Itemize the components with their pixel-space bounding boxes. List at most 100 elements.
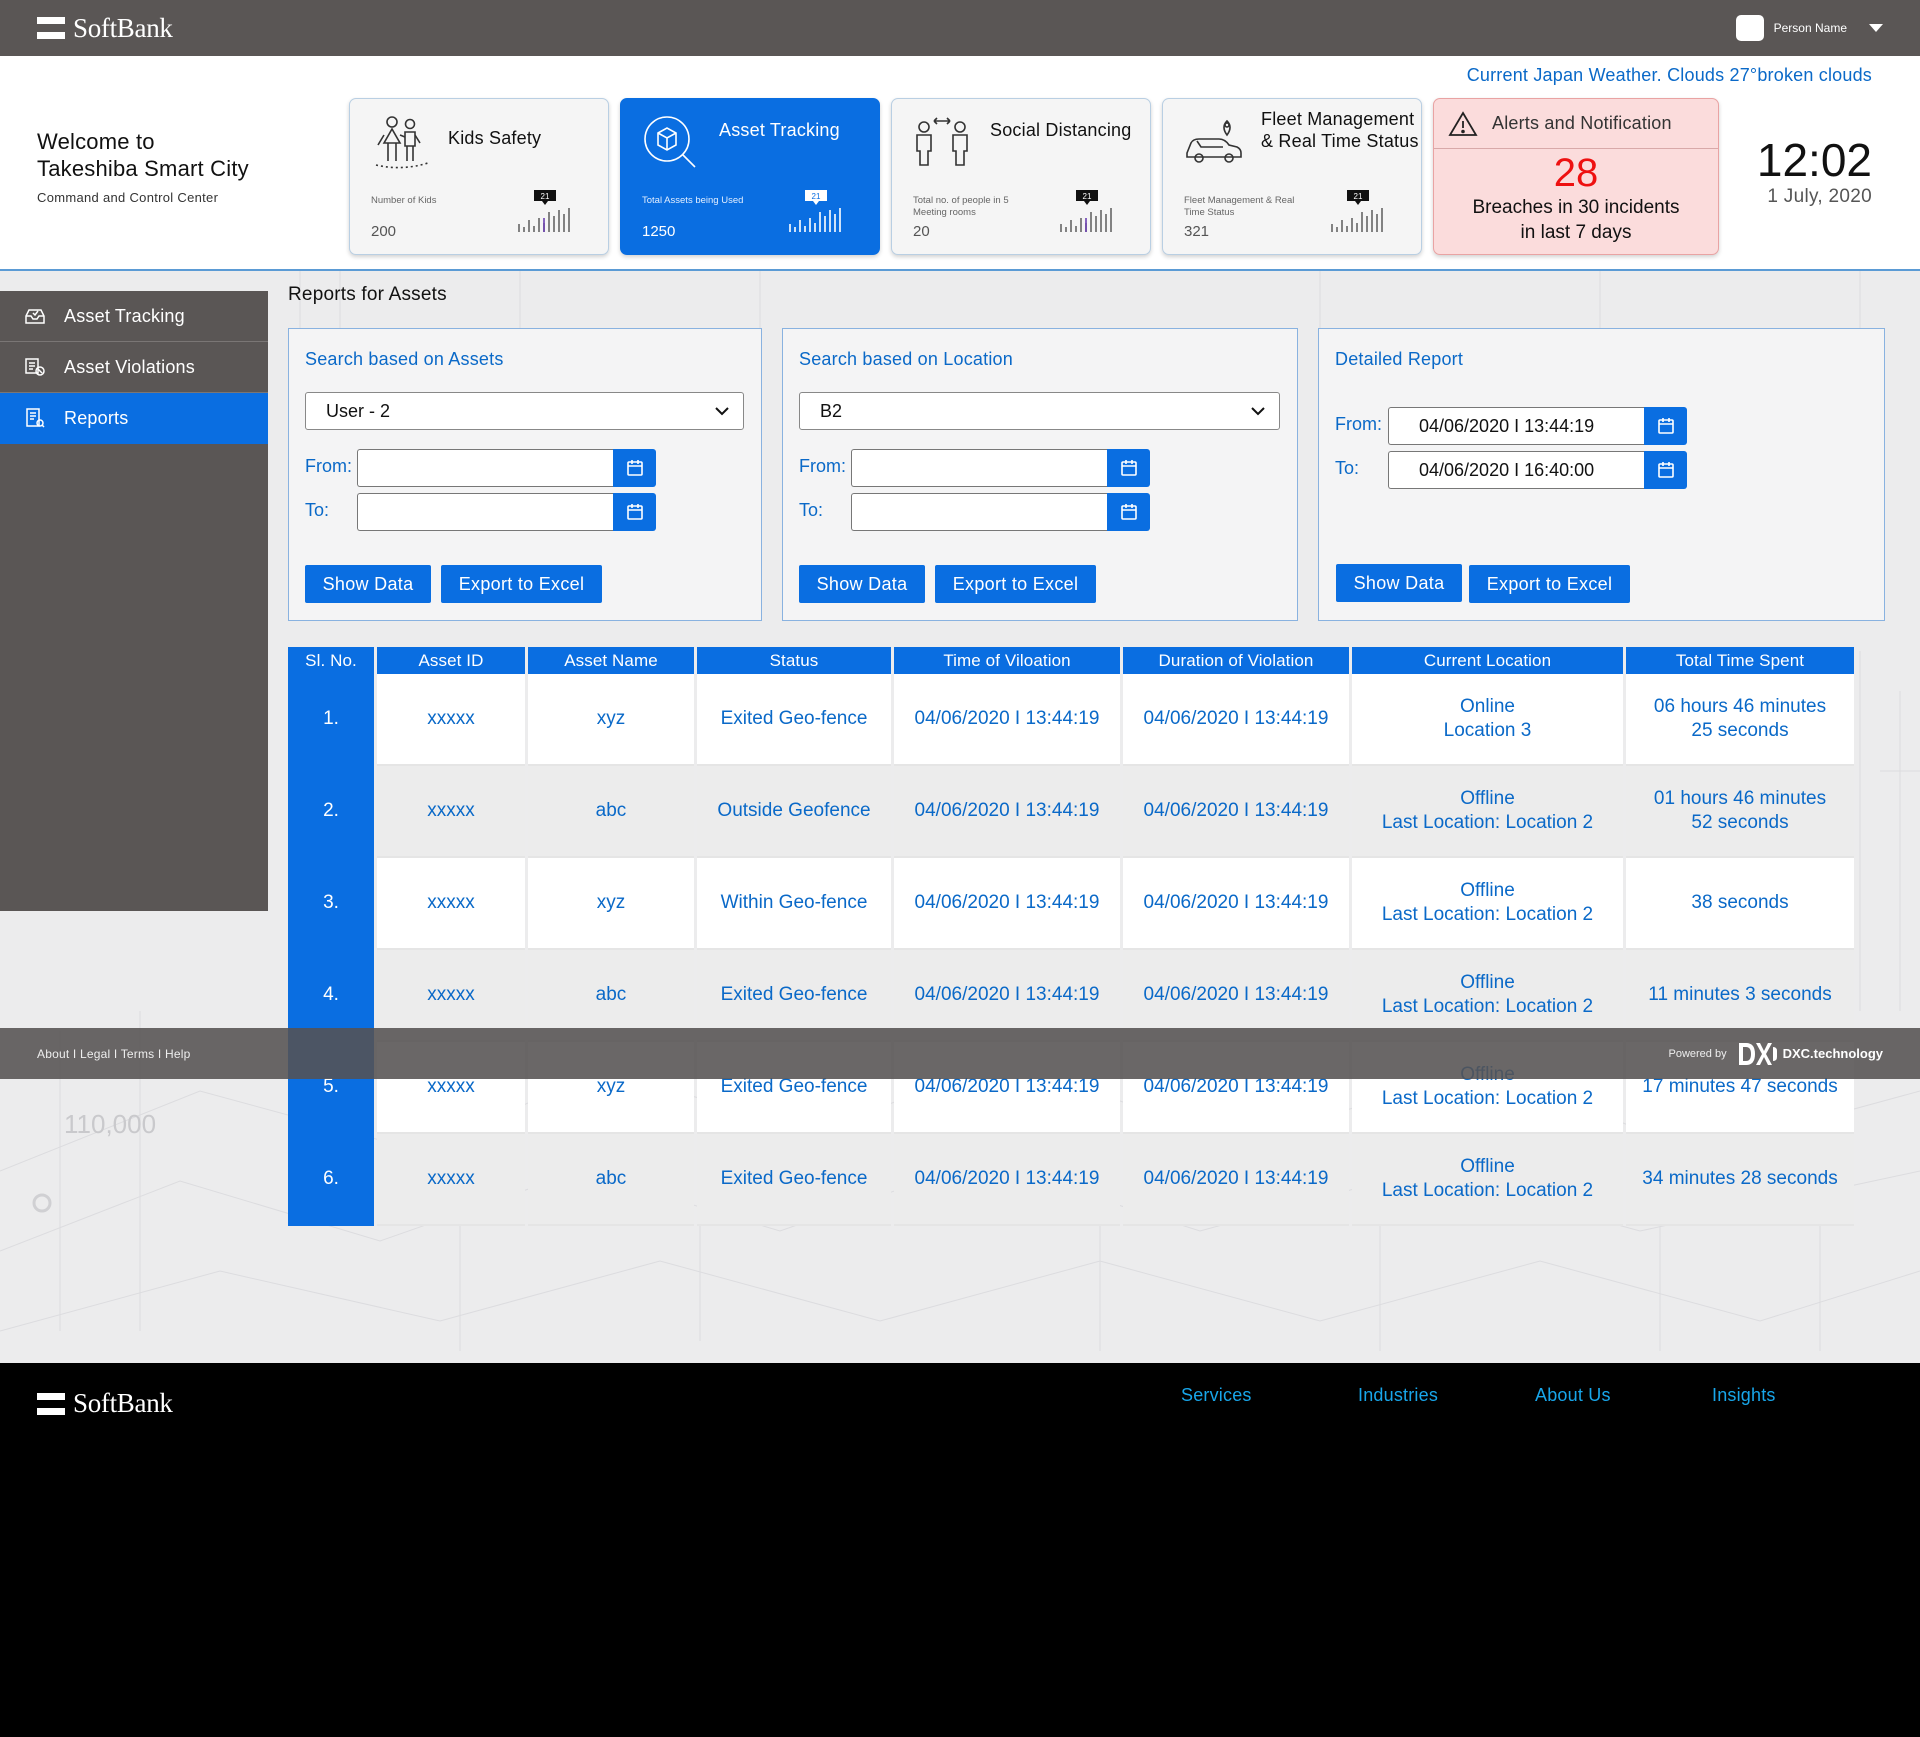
cell-current-location-line: Offline — [1460, 788, 1515, 809]
col-header[interactable]: Time of Viloation — [894, 647, 1120, 674]
to-date-input[interactable]: 04/06/2020 I 16:40:00 — [1388, 451, 1644, 489]
cell-violation-time: 04/06/2020 I 13:44:19 — [894, 766, 1120, 858]
cell-asset-id-text: xxxxx — [427, 891, 475, 915]
export-excel-button[interactable]: Export to Excel — [935, 565, 1096, 603]
cell-violation-duration: 04/06/2020 I 13:44:19 — [1123, 674, 1349, 766]
city-name: Takeshiba Smart City — [37, 156, 249, 181]
dxc-logo[interactable]: DXC.technology — [1738, 1042, 1883, 1065]
col-header[interactable]: Asset Name — [528, 647, 694, 674]
cell-asset-id-line: xxxxx — [427, 984, 475, 1005]
center-name: Command and Control Center — [37, 190, 219, 205]
cell-violation-time-text: 04/06/2020 I 13:44:19 — [915, 983, 1100, 1007]
search-location-panel: Search based on Location B2 From: To: Sh… — [782, 328, 1298, 621]
cell-asset-name-text: xyz — [597, 891, 626, 915]
col-header[interactable]: Asset ID — [377, 647, 525, 674]
caret-down-icon[interactable] — [1869, 24, 1883, 32]
to-calendar-button[interactable] — [613, 493, 656, 531]
to-date-input[interactable] — [357, 493, 613, 531]
card-asset-tracking[interactable]: Asset Tracking Total Assets being Used 1… — [620, 98, 880, 255]
card-social-distancing[interactable]: Social Distancing Total no. of people in… — [891, 98, 1151, 255]
cell-asset-name-text: abc — [596, 983, 627, 1007]
col-header[interactable]: Current Location — [1352, 647, 1623, 674]
from-calendar-button[interactable] — [1107, 449, 1150, 487]
export-excel-button[interactable]: Export to Excel — [441, 565, 602, 603]
from-date-input[interactable] — [357, 449, 613, 487]
cell-violation-duration-line: 04/06/2020 I 13:44:19 — [1143, 892, 1329, 913]
table-row[interactable]: 6. xxxxx abc Exited Geo-fence 04/06/2020 I 1… — [288, 1134, 1854, 1226]
sidebar-item-asset-violations[interactable]: Asset Violations — [0, 342, 268, 393]
from-date-picker[interactable] — [357, 449, 656, 487]
calendar-icon — [1120, 460, 1137, 476]
user-name[interactable]: Person Name — [1774, 21, 1847, 35]
cell-status-text: Within Geo-fence — [721, 891, 868, 915]
to-date-picker[interactable]: 04/06/2020 I 16:40:00 — [1388, 451, 1687, 489]
cell-status-line: Exited Geo-fence — [720, 1168, 868, 1189]
sidebar-item-label: Asset Tracking — [64, 305, 185, 326]
family-icon — [370, 113, 432, 171]
cell-sl-no: 2. — [288, 766, 374, 858]
table-row[interactable]: 1. xxxxx xyz Exited Geo-fence 04/06/2020 I 1… — [288, 674, 1854, 766]
asset-select[interactable]: User - 2 — [305, 392, 744, 430]
to-date-picker[interactable] — [357, 493, 656, 531]
cell-sl-no-line: 4. — [323, 984, 339, 1005]
sparkline: 21 — [786, 190, 846, 240]
softbank-logo[interactable]: SoftBank — [37, 13, 173, 44]
cell-violation-duration: 04/06/2020 I 13:44:19 — [1123, 1134, 1349, 1226]
cell-sl-no-text: 4. — [323, 983, 339, 1007]
calendar-icon — [1657, 462, 1674, 478]
to-calendar-button[interactable] — [1107, 493, 1150, 531]
show-data-button[interactable]: Show Data — [799, 565, 925, 603]
from-date-input[interactable] — [851, 449, 1107, 487]
table-row[interactable]: 3. xxxxx xyz Within Geo-fence 04/06/2020 I 1… — [288, 858, 1854, 950]
sidebar-item-asset-tracking[interactable]: Asset Tracking — [0, 291, 268, 342]
clock-time: 12:02 — [1756, 134, 1872, 186]
cell-sl-no: 3. — [288, 858, 374, 950]
col-header[interactable]: Duration of Violation — [1123, 647, 1349, 674]
user-menu[interactable]: Person Name — [1735, 15, 1883, 41]
footer-link-about-us[interactable]: About Us — [1535, 1385, 1611, 1406]
cell-current-location-line: Last Location: Location 2 — [1381, 812, 1594, 833]
avatar[interactable] — [1735, 15, 1764, 41]
calendar-icon — [1657, 418, 1674, 434]
export-excel-button[interactable]: Export to Excel — [1469, 565, 1630, 603]
cell-violation-duration-text: 04/06/2020 I 13:44:19 — [1144, 983, 1329, 1007]
from-calendar-button[interactable] — [1644, 407, 1687, 445]
panel-heading: Search based on Assets — [305, 349, 504, 369]
spark-badge: 21 — [541, 192, 550, 201]
cell-asset-id: xxxxx — [377, 766, 525, 858]
location-select[interactable]: B2 — [799, 392, 1280, 430]
spark-badge: 21 — [1354, 192, 1363, 201]
footer-link-insights[interactable]: Insights — [1712, 1385, 1776, 1406]
from-date-picker[interactable]: 04/06/2020 I 13:44:19 — [1388, 407, 1687, 445]
show-data-button[interactable]: Show Data — [305, 565, 431, 603]
from-calendar-button[interactable] — [613, 449, 656, 487]
cell-total-time-text: 11 minutes 3 seconds — [1648, 983, 1831, 1007]
legal-links[interactable]: About I Legal I Terms I Help — [37, 1047, 190, 1061]
table-row[interactable]: 2. xxxxx abc Outside Geofence 04/06/2020 I 1… — [288, 766, 1854, 858]
to-calendar-button[interactable] — [1644, 451, 1687, 489]
cell-current-location-text: Offline Last Location: Location 2 — [1382, 1155, 1593, 1203]
cell-total-time-line: 11 minutes 3 seconds — [1648, 984, 1832, 1005]
card-fleet-management[interactable]: Fleet Management & Real Time Status Flee… — [1162, 98, 1422, 255]
col-header[interactable]: Total Time Spent — [1626, 647, 1854, 674]
cell-violation-time-line: 04/06/2020 I 13:44:19 — [914, 892, 1100, 913]
col-header[interactable]: Sl. No. — [288, 647, 374, 674]
calendar-icon — [626, 504, 643, 520]
to-date-input[interactable] — [851, 493, 1107, 531]
cell-status-text: Exited Geo-fence — [721, 707, 868, 731]
from-date-picker[interactable] — [851, 449, 1150, 487]
page-title: Reports for Assets — [288, 284, 447, 305]
col-header[interactable]: Status — [697, 647, 891, 674]
show-data-button[interactable]: Show Data — [1336, 564, 1462, 602]
alerts-card[interactable]: Alerts and Notification 28 Breaches in 3… — [1433, 98, 1719, 255]
cell-current-location-line: Location 3 — [1443, 720, 1532, 741]
to-date-picker[interactable] — [851, 493, 1150, 531]
footer-softbank-logo[interactable]: SoftBank — [37, 1388, 173, 1419]
card-kids-safety[interactable]: Kids Safety Number of Kids 200 21 — [349, 98, 609, 255]
cell-asset-name: xyz — [528, 674, 694, 766]
cell-sl-no-text: 2. — [323, 799, 339, 823]
sidebar-item-reports[interactable]: Reports — [0, 393, 268, 444]
footer-link-services[interactable]: Services — [1181, 1385, 1252, 1406]
footer-link-industries[interactable]: Industries — [1358, 1385, 1438, 1406]
from-date-input[interactable]: 04/06/2020 I 13:44:19 — [1388, 407, 1644, 445]
